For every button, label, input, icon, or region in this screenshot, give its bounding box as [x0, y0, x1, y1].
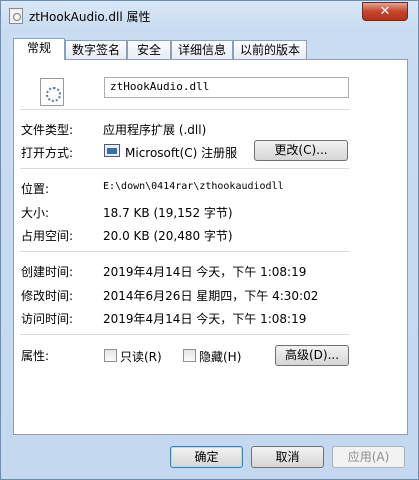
cancel-button[interactable]: 取消	[251, 446, 324, 468]
divider	[20, 168, 349, 169]
size-label: 大小:	[21, 206, 50, 220]
divider	[20, 334, 349, 335]
tab-previous-versions[interactable]: 以前的版本	[233, 40, 307, 59]
size-on-disk-label: 占用空间:	[21, 229, 74, 243]
file-type-label: 文件类型:	[21, 123, 74, 137]
general-tab-panel: ztHookAudio.dll 文件类型: 应用程序扩展 (.dll) 打开方式…	[13, 59, 408, 435]
dll-file-icon	[9, 8, 23, 24]
tab-security[interactable]: 安全	[127, 40, 171, 59]
divider	[20, 251, 349, 252]
size-value: 18.7 KB (19,152 字节)	[103, 206, 233, 220]
apply-button[interactable]: 应用(A)	[332, 446, 405, 468]
file-type-value: 应用程序扩展 (.dll)	[103, 123, 207, 137]
accessed-label: 访问时间:	[21, 312, 74, 326]
attributes-label: 属性:	[21, 349, 50, 363]
location-value: E:\down\0414rar\zthookaudiodll	[103, 181, 284, 192]
tab-digital-signatures[interactable]: 数字签名	[65, 40, 127, 59]
readonly-checkbox[interactable]	[104, 349, 117, 362]
modified-label: 修改时间:	[21, 289, 74, 303]
opens-with-value: Microsoft(C) 注册服	[125, 146, 238, 160]
ok-button[interactable]: 确定	[170, 446, 243, 468]
window-title: ztHookAudio.dll 属性	[29, 10, 151, 24]
advanced-button[interactable]: 高级(D)...	[275, 345, 349, 366]
readonly-checkbox-label[interactable]: 只读(R)	[120, 348, 162, 365]
accessed-value: 2019年4月14日 今天，下午 1:08:19	[103, 312, 307, 326]
dll-file-icon	[40, 78, 64, 106]
divider	[20, 109, 349, 110]
change-button[interactable]: 更改(C)...	[254, 140, 348, 161]
location-label: 位置:	[21, 182, 50, 196]
hidden-checkbox[interactable]	[183, 349, 196, 362]
close-button[interactable]: ✕	[362, 2, 408, 21]
title-bar[interactable]: ztHookAudio.dll 属性	[7, 5, 357, 27]
tab-details[interactable]: 详细信息	[171, 40, 233, 59]
opens-with-label: 打开方式:	[21, 146, 74, 160]
hidden-checkbox-label[interactable]: 隐藏(H)	[199, 348, 241, 365]
created-value: 2019年4月14日 今天，下午 1:08:19	[103, 265, 307, 279]
created-label: 创建时间:	[21, 265, 74, 279]
modified-value: 2014年6月26日 星期四，下午 4:30:02	[103, 289, 319, 303]
size-on-disk-value: 20.0 KB (20,480 字节)	[103, 229, 233, 243]
tab-general[interactable]: 常规	[13, 38, 65, 60]
properties-window: ztHookAudio.dll 属性 ✕ 常规 数字签名 安全 详细信息 以前的…	[0, 0, 419, 480]
file-name-field[interactable]: ztHookAudio.dll	[104, 77, 349, 98]
program-icon	[104, 144, 120, 157]
